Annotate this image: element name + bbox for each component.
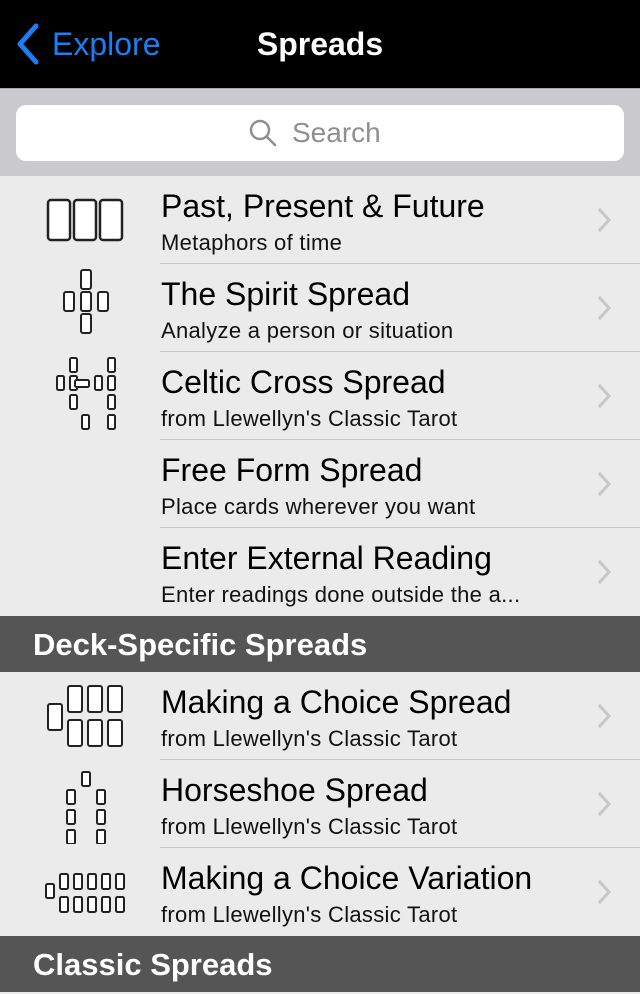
item-subtitle: from Llewellyn's Classic Tarot — [161, 406, 458, 431]
list-item-making-choice[interactable]: Making a Choice Spread from Llewellyn's … — [0, 672, 640, 760]
search-field[interactable] — [16, 105, 624, 161]
list-item-making-choice-variation[interactable]: Making a Choice Variation from Llewellyn… — [0, 848, 640, 936]
item-subtitle: from Llewellyn's Classic Tarot — [161, 726, 458, 751]
item-subtitle: Enter readings done outside the a... — [161, 582, 521, 607]
item-title: Free Form Spread — [161, 452, 423, 488]
list-item-spirit-spread[interactable]: The Spirit Spread Analyze a person or si… — [0, 264, 640, 352]
chevron-right-icon — [597, 703, 612, 729]
section-header-classic: Classic Spreads — [0, 936, 640, 992]
chevron-right-icon — [597, 207, 612, 233]
item-title: Making a Choice Spread — [161, 684, 512, 720]
item-subtitle: Place cards wherever you want — [161, 494, 476, 519]
item-title: Past, Present & Future — [161, 188, 485, 224]
page-title: Spreads — [256, 26, 384, 62]
chevron-right-icon — [597, 471, 612, 497]
section-header-deck-specific: Deck-Specific Spreads — [0, 616, 640, 672]
making-choice-spread-icon — [47, 685, 123, 747]
item-title: Making a Choice Variation — [161, 860, 533, 896]
search-bar — [0, 88, 640, 176]
item-title: The Spirit Spread — [161, 276, 411, 312]
item-subtitle: from Llewellyn's Classic Tarot — [161, 902, 458, 927]
chevron-right-icon — [597, 383, 612, 409]
three-card-spread-icon — [46, 198, 124, 242]
making-choice-variation-icon — [45, 873, 125, 913]
chevron-right-icon — [597, 295, 612, 321]
list-item-celtic-cross[interactable]: Celtic Cross Spread from Llewellyn's Cla… — [0, 352, 640, 440]
cross-five-card-spread-icon — [63, 269, 109, 334]
celtic-cross-spread-icon — [56, 357, 116, 430]
item-subtitle: Analyze a person or situation — [161, 318, 454, 343]
search-icon — [249, 119, 277, 147]
navigation-bar: Explore Spreads — [0, 0, 640, 88]
item-subtitle: Metaphors of time — [161, 230, 343, 255]
item-subtitle: from Llewellyn's Classic Tarot — [161, 814, 458, 839]
item-title: Celtic Cross Spread — [161, 364, 446, 400]
chevron-right-icon — [597, 791, 612, 817]
list-item-past-present-future[interactable]: Past, Present & Future Metaphors of time — [0, 176, 640, 264]
item-title: Enter External Reading — [161, 540, 492, 576]
item-title: Horseshoe Spread — [161, 772, 428, 808]
list-item-external-reading[interactable]: Enter External Reading Enter readings do… — [0, 528, 640, 616]
chevron-right-icon — [597, 879, 612, 905]
chevron-right-icon — [597, 559, 612, 585]
search-input[interactable] — [292, 117, 392, 149]
spreads-list: Past, Present & Future Metaphors of time… — [0, 176, 640, 992]
list-item-free-form[interactable]: Free Form Spread Place cards wherever yo… — [0, 440, 640, 528]
horseshoe-spread-icon — [66, 771, 106, 844]
list-item-horseshoe[interactable]: Horseshoe Spread from Llewellyn's Classi… — [0, 760, 640, 848]
